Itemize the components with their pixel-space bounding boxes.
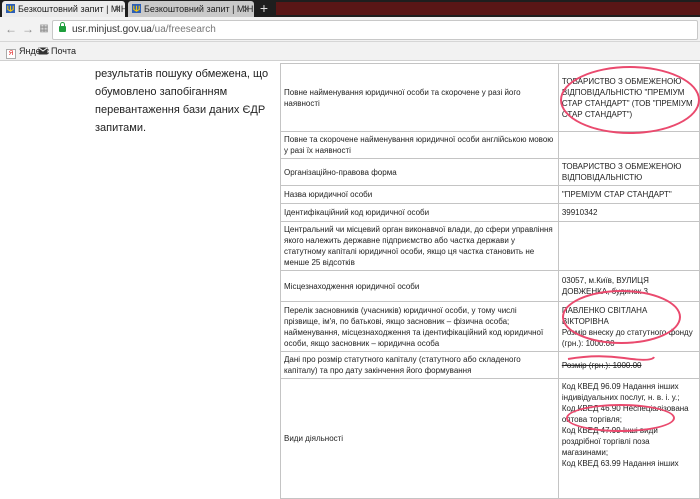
row-label: Види діяльності [280,378,559,499]
back-arrow-icon[interactable]: ← [3,20,19,38]
table-row: Назва юридичної особи "ПРЕМІУМ СТАР СТАН… [280,185,700,204]
row-label: Місцезнаходження юридичної особи [280,270,559,302]
row-label: Назва юридичної особи [280,185,559,204]
table-row: Повне та скорочене найменування юридично… [280,131,700,159]
row-value: 39910342 [557,203,700,222]
search-limit-notice: результатів пошуку обмежена, що обумовле… [95,68,269,134]
row-label: Перелік засновників (учасників) юридично… [280,301,559,352]
url-text[interactable]: usr.minjust.gov.ua/ua/freesearch [72,21,216,39]
table-row: Центральний чи місцевий орган виконавчої… [280,221,700,271]
table-row: Перелік засновників (учасників) юридично… [280,301,700,352]
tab-inactive[interactable]: Безкоштовний запит | МІН ✕ [128,1,254,17]
row-label: Ідентифікаційний код юридичної особи [280,203,559,222]
forward-arrow-icon[interactable]: → [20,20,36,38]
row-value: ТОВАРИСТВО З ОБМЕЖЕНОЮ ВІДПОВІДАЛЬНІСТЮ [557,158,700,186]
row-value: ТОВАРИСТВО З ОБМЕЖЕНОЮ ВІДПОВІДАЛЬНІСТЮ … [557,63,700,132]
table-row: Місцезнаходження юридичної особи 03057, … [280,270,700,302]
row-value: Код КВЕД 96.09 Надання інших індивідуаль… [557,378,700,499]
row-value [557,131,700,159]
lock-icon [59,22,66,32]
bookmarks-bar: Я Яндекс Почта [0,42,700,61]
row-label: Повне найменування юридичної особи та ск… [280,63,559,132]
registry-table-container: Повне найменування юридичної особи та ск… [280,63,700,499]
tab-label: Безкоштовний запит | МІН [144,4,254,14]
close-tab-icon[interactable]: ✕ [113,1,121,17]
row-value: "ПРЕМІУМ СТАР СТАНДАРТ" [557,185,700,204]
trident-icon [6,4,15,13]
row-label: Дані про розмір статутного капіталу (ста… [280,351,559,379]
tab-active[interactable]: Безкоштовний запит | МІН ✕ [2,1,125,17]
mail-icon [38,47,48,55]
table-row: Повне найменування юридичної особи та ск… [280,63,700,132]
row-value [557,221,700,271]
row-value: 03057, м.Київ, ВУЛИЦЯ ДОВЖЕНКА, будинок … [557,270,700,302]
new-tab-button[interactable]: + [257,0,271,17]
registry-table: Повне найменування юридичної особи та ск… [280,63,700,499]
row-value: ПАВЛЕНКО СВІТЛАНА ВІКТОРІВНА Розмір внес… [557,301,700,352]
row-label: Повне та скорочене найменування юридично… [280,131,559,159]
close-tab-icon[interactable]: ✕ [242,1,250,17]
row-label: Організаційно-правова форма [280,158,559,186]
tab-bar: Безкоштовний запит | МІН ✕ Безкоштовний … [0,0,700,17]
row-label: Центральний чи місцевий орган виконавчої… [280,221,559,271]
address-bar[interactable]: usr.minjust.gov.ua/ua/freesearch [52,20,698,40]
tab-label: Безкоштовний запит | МІН [18,4,125,14]
table-row: Ідентифікаційний код юридичної особи 399… [280,203,700,222]
yandex-icon: Я [6,49,16,59]
trident-icon [132,4,141,13]
apps-grid-icon[interactable]: ▦ [36,20,52,38]
address-toolbar: ← → ▦ usr.minjust.gov.ua/ua/freesearch [0,17,700,42]
table-row: Організаційно-правова форма ТОВАРИСТВО З… [280,158,700,186]
bookmark-mail[interactable]: Почта [38,42,76,60]
redacted-region [276,2,700,15]
annotation-underline [567,355,655,361]
table-row: Види діяльності Код КВЕД 96.09 Надання і… [280,378,700,499]
